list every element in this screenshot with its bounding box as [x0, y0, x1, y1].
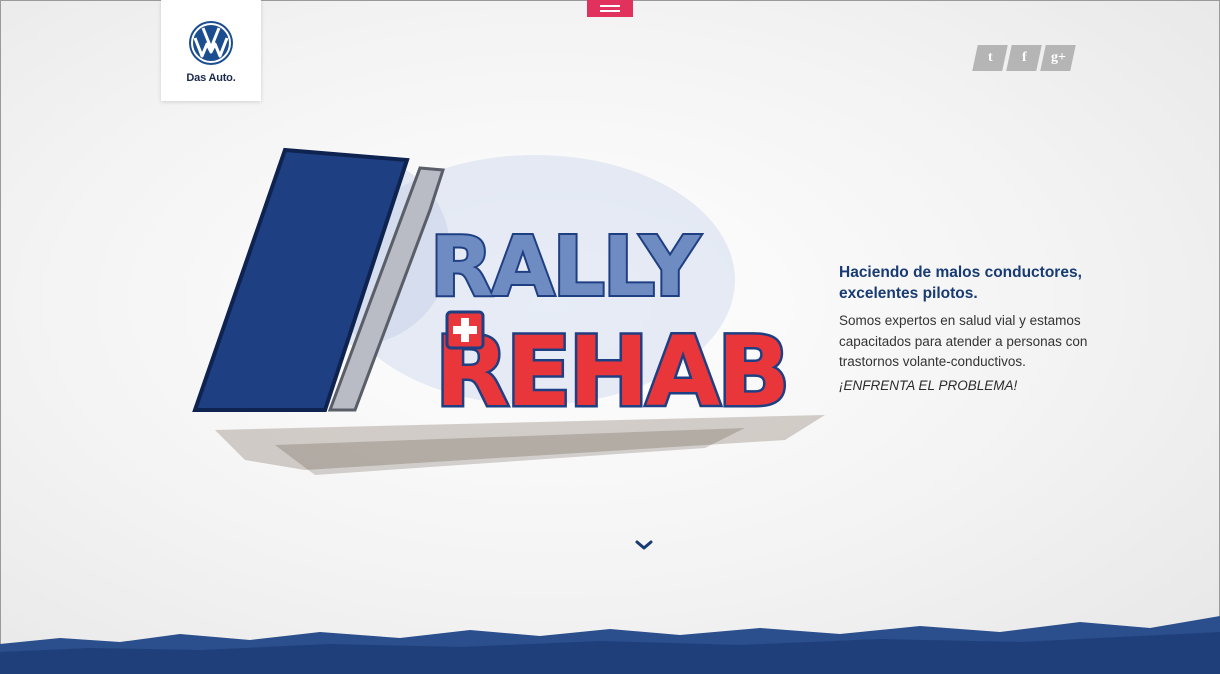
facebook-button[interactable]: f — [1006, 45, 1042, 71]
description: Somos expertos en salud vial y estamos c… — [839, 311, 1139, 373]
twitter-button[interactable]: t — [972, 45, 1008, 71]
description-line-3: trastornos volante-conductivos. — [839, 354, 1026, 369]
rehab-title: REHAB — [435, 316, 787, 428]
googleplus-icon: g+ — [1050, 50, 1066, 65]
rally-rehab-logo-art: RALLY REHAB — [192, 147, 825, 475]
description-line-1: Somos expertos en salud vial y estamos — [839, 313, 1081, 328]
headline-line-1: Haciendo de malos conductores, — [839, 264, 1082, 281]
intro-copy: Haciendo de malos conductores, excelente… — [839, 262, 1139, 395]
cta-link[interactable]: ¡ENFRENTA EL PROBLEMA! — [839, 378, 1017, 393]
facebook-icon: f — [1021, 50, 1027, 65]
hamburger-icon-bar — [600, 10, 620, 12]
headline: Haciendo de malos conductores, excelente… — [839, 262, 1139, 304]
description-line-2: capacitados para atender a personas con — [839, 333, 1088, 349]
brush-stroke-footer — [0, 616, 1220, 674]
medical-cross-icon — [445, 310, 485, 350]
vw-logo[interactable]: Das Auto. — [161, 0, 261, 101]
hamburger-icon — [600, 5, 620, 7]
vw-emblem-icon — [189, 21, 233, 65]
headline-line-2: excelentes pilotos. — [839, 285, 978, 302]
googleplus-button[interactable]: g+ — [1040, 45, 1076, 71]
menu-button[interactable] — [587, 0, 633, 17]
chevron-down-icon[interactable] — [634, 538, 654, 552]
social-links: t f g+ — [972, 45, 1076, 71]
twitter-icon: t — [987, 50, 993, 65]
rally-title: RALLY — [430, 220, 701, 315]
brand-tagline: Das Auto. — [186, 72, 236, 84]
